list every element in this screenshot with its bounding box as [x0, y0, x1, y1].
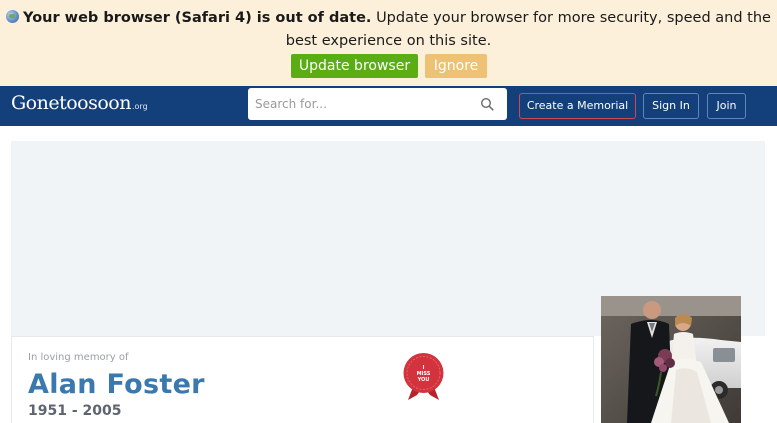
create-memorial-button[interactable]: Create a Memorial	[519, 93, 636, 119]
update-browser-button[interactable]: Update browser	[291, 54, 418, 78]
search-box	[248, 88, 507, 120]
banner-message-line1: Your web browser (Safari 4) is out of da…	[0, 9, 777, 27]
banner-message-line2: best experience on this site.	[285, 33, 492, 49]
banner-message: Update your browser for more security, s…	[376, 10, 771, 26]
badge-text: I MISS YOU	[401, 365, 446, 383]
banner-title: Your web browser (Safari 4) is out of da…	[23, 10, 372, 26]
sign-in-button[interactable]: Sign In	[643, 93, 699, 119]
search-input[interactable]	[248, 88, 473, 120]
memory-label: In loving memory of	[28, 352, 129, 363]
logo-tld: .org	[131, 102, 148, 111]
site-logo[interactable]: Gonetoosoon.org	[11, 92, 148, 114]
outdated-browser-banner: Your web browser (Safari 4) is out of da…	[0, 0, 777, 86]
memorial-card: In loving memory of Alan Foster 1951 - 2…	[11, 336, 594, 423]
globe-icon	[6, 10, 20, 23]
join-button[interactable]: Join	[707, 93, 746, 119]
logo-text: Gonetoosoon	[11, 92, 131, 114]
memorial-photo[interactable]	[601, 296, 741, 423]
badge-line-3: YOU	[417, 377, 430, 383]
life-dates: 1951 - 2005	[28, 403, 122, 419]
site-header: Gonetoosoon.org Create a Memorial Sign I…	[0, 86, 777, 126]
ignore-button[interactable]: Ignore	[425, 54, 487, 78]
wedding-photo-image	[601, 296, 741, 423]
miss-you-badge[interactable]: I MISS YOU	[401, 351, 446, 401]
search-icon[interactable]	[480, 97, 494, 111]
person-name: Alan Foster	[28, 369, 205, 400]
